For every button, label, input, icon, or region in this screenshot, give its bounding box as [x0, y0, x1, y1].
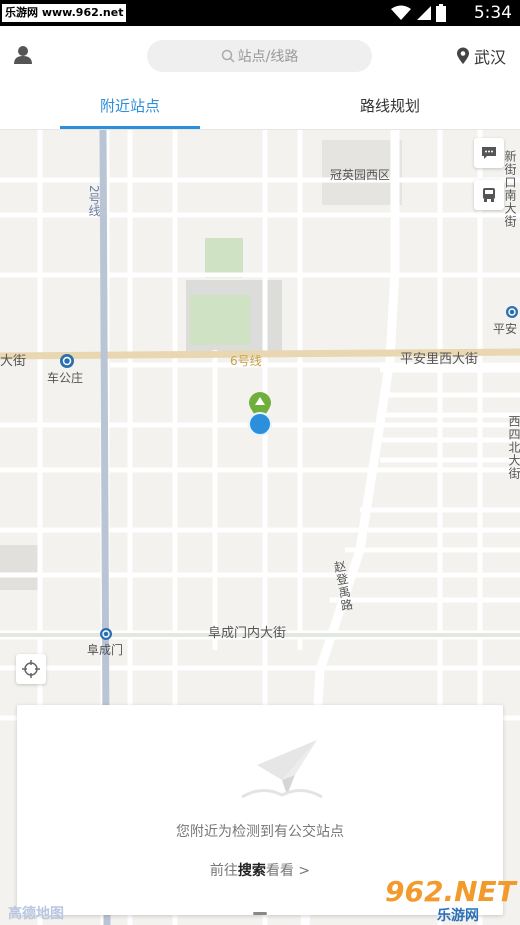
- watermark-number: 962.NET: [385, 875, 516, 908]
- clock: 5:34: [473, 3, 512, 23]
- signal-icon: [417, 6, 431, 20]
- map-label-xinjiekou: 新街口南大街: [503, 150, 517, 228]
- message-icon: [482, 147, 496, 159]
- transit-button[interactable]: [474, 180, 504, 210]
- no-stations-message: 您附近为检测到有公交站点: [176, 824, 344, 840]
- map-label-pinganli: 平安里西大街: [400, 352, 479, 367]
- search-placeholder: 站点/线路: [237, 49, 299, 65]
- city-selector[interactable]: 武汉: [456, 44, 506, 68]
- map-label-street-left: 大街: [0, 354, 27, 369]
- app-header: 站点/线路 武汉: [0, 26, 520, 86]
- subway-station-icon-right: [506, 306, 518, 318]
- crosshair-icon: [22, 660, 40, 678]
- map-label-line6: 6号线: [230, 354, 262, 368]
- map-view[interactable]: 冠英园西区 新街口南大街 2号线 6号线 大街 车公庄 平安里西大街 平安 西四…: [0, 130, 520, 925]
- tab-bar: 附近站点 路线规划: [0, 86, 520, 130]
- map-label-xisi: 西四北大街: [507, 415, 520, 480]
- paper-plane-icon: [241, 740, 323, 799]
- user-button[interactable]: [10, 42, 36, 68]
- active-tab-indicator: [60, 126, 200, 129]
- map-label-guanying: 冠英园西区: [330, 168, 391, 182]
- link-suffix: 看看 >: [265, 863, 311, 879]
- link-prefix: 前往: [209, 863, 238, 879]
- battery-icon: [436, 4, 446, 22]
- locate-button[interactable]: [16, 654, 46, 684]
- site-badge: 乐游网 www.962.net: [2, 4, 127, 22]
- message-button[interactable]: [474, 138, 504, 168]
- city-label: 武汉: [473, 48, 506, 67]
- map-label-fuchengmen: 阜成门: [87, 643, 124, 657]
- status-bar: 乐游网 www.962.net 5:34: [0, 0, 520, 26]
- map-label-chegongzhuang: 车公庄: [47, 371, 84, 385]
- bus-icon: [483, 188, 495, 202]
- status-icons: [390, 4, 446, 22]
- user-icon: [14, 46, 32, 64]
- tab-nearby-stations[interactable]: 附近站点: [0, 86, 260, 130]
- map-label-line2: 2号线: [87, 185, 101, 217]
- map-brand-logo: 高德地图: [8, 906, 64, 922]
- current-location-dot: [248, 412, 272, 436]
- drag-handle[interactable]: [253, 912, 267, 915]
- search-icon: [221, 49, 235, 63]
- subway-station-icon-fuchengmen: [100, 628, 112, 640]
- link-keyword: 搜索: [237, 863, 266, 879]
- location-pin-icon: [456, 47, 469, 64]
- site-watermark: 962.NET 乐游网: [385, 875, 516, 924]
- map-label-pingan-stub: 平安: [493, 322, 518, 336]
- tab-route-planning[interactable]: 路线规划: [260, 86, 520, 130]
- search-input[interactable]: 站点/线路: [147, 40, 372, 72]
- watermark-sub: 乐游网: [437, 908, 479, 924]
- map-label-fuchengmen-street: 阜成门内大街: [208, 626, 287, 641]
- wifi-icon: [391, 5, 411, 20]
- subway-station-icon: [60, 354, 74, 368]
